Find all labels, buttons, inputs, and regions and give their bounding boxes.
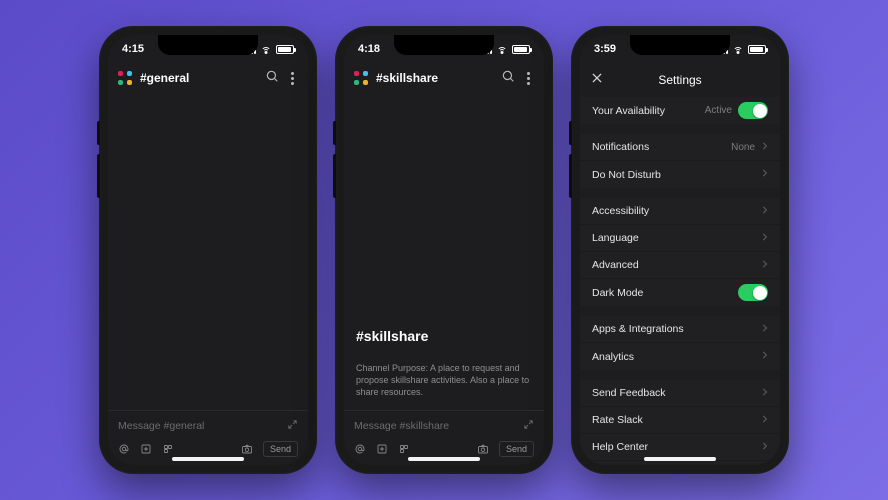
expand-icon[interactable]	[287, 417, 298, 435]
chevron-right-icon	[761, 232, 768, 245]
settings-row-label: Accessibility	[592, 205, 761, 217]
chevron-right-icon	[761, 259, 768, 272]
phone-mockup-1: 4:15 #general Message #general	[99, 26, 317, 474]
channel-intro-title: #skillshare	[356, 328, 532, 344]
search-icon[interactable]	[265, 69, 279, 88]
camera-icon[interactable]	[241, 443, 253, 455]
slack-logo-icon[interactable]	[118, 71, 132, 85]
settings-row-label: Help Center	[592, 441, 761, 453]
notch	[630, 35, 730, 55]
page-title: Settings	[590, 73, 770, 87]
send-button[interactable]: Send	[499, 441, 534, 457]
settings-row-analytics[interactable]: Analytics	[580, 343, 780, 370]
chevron-right-icon	[761, 141, 768, 154]
camera-icon[interactable]	[477, 443, 489, 455]
settings-row-apps-integrations[interactable]: Apps & Integrations	[580, 316, 780, 343]
home-indicator[interactable]	[644, 457, 716, 461]
notch	[158, 35, 258, 55]
settings-row-label: Do Not Disturb	[592, 169, 761, 181]
channel-name[interactable]: #skillshare	[376, 71, 493, 85]
message-input[interactable]: Message #general	[118, 420, 287, 432]
settings-row-label: Notifications	[592, 141, 731, 153]
chevron-right-icon	[761, 387, 768, 400]
battery-icon	[748, 45, 766, 54]
channel-intro: #skillshare Channel Purpose: A place to …	[344, 318, 544, 410]
channel-header: #skillshare	[344, 63, 544, 97]
shortcut-icon[interactable]	[398, 443, 410, 455]
settings-row-do-not-disturb[interactable]: Do Not Disturb	[580, 161, 780, 188]
toggle-switch[interactable]	[738, 102, 768, 119]
channel-purpose-text: Channel Purpose: A place to request and …	[356, 362, 532, 398]
settings-row-about[interactable]: About19.3.1	[580, 461, 780, 465]
more-options-icon[interactable]	[523, 72, 534, 85]
home-indicator[interactable]	[408, 457, 480, 461]
settings-row-accessibility[interactable]: Accessibility	[580, 198, 780, 225]
attach-icon[interactable]	[376, 443, 388, 455]
message-list-empty	[108, 97, 308, 410]
chevron-right-icon	[761, 323, 768, 336]
screen-2: 4:18 #skillshare #skillshare Channel Pur…	[344, 35, 544, 465]
more-options-icon[interactable]	[287, 72, 298, 85]
settings-row-label: Rate Slack	[592, 414, 761, 426]
status-time: 3:59	[594, 43, 616, 55]
settings-row-label: Language	[592, 232, 761, 244]
send-button[interactable]: Send	[263, 441, 298, 457]
home-indicator[interactable]	[172, 457, 244, 461]
status-time: 4:15	[122, 43, 144, 55]
channel-name[interactable]: #general	[140, 71, 257, 85]
message-list: #skillshare Channel Purpose: A place to …	[344, 97, 544, 410]
wifi-icon	[260, 45, 272, 54]
settings-row-label: Analytics	[592, 351, 761, 363]
notch	[394, 35, 494, 55]
phone-mockup-2: 4:18 #skillshare #skillshare Channel Pur…	[335, 26, 553, 474]
screen-3: 3:59 Settings Your AvailabilityActive Not…	[580, 35, 780, 465]
settings-row-rate-slack[interactable]: Rate Slack	[580, 407, 780, 434]
wifi-icon	[732, 45, 744, 54]
shortcut-icon[interactable]	[162, 443, 174, 455]
wifi-icon	[496, 45, 508, 54]
status-time: 4:18	[358, 43, 380, 55]
settings-row-your-availability[interactable]: Your AvailabilityActive	[580, 97, 780, 124]
settings-row-value: None	[731, 142, 755, 153]
search-icon[interactable]	[501, 69, 515, 88]
slack-logo-icon[interactable]	[354, 71, 368, 85]
settings-header: Settings	[580, 63, 780, 97]
settings-row-label: Apps & Integrations	[592, 323, 761, 335]
settings-row-label: Advanced	[592, 259, 761, 271]
attach-icon[interactable]	[140, 443, 152, 455]
mention-icon[interactable]	[354, 443, 366, 455]
toggle-switch[interactable]	[738, 284, 768, 301]
chevron-right-icon	[761, 205, 768, 218]
settings-row-label: Dark Mode	[592, 287, 738, 299]
expand-icon[interactable]	[523, 417, 534, 435]
phone-mockup-3: 3:59 Settings Your AvailabilityActive Not…	[571, 26, 789, 474]
battery-icon	[276, 45, 294, 54]
mention-icon[interactable]	[118, 443, 130, 455]
battery-icon	[512, 45, 530, 54]
settings-row-send-feedback[interactable]: Send Feedback	[580, 380, 780, 407]
settings-list[interactable]: Your AvailabilityActive NotificationsNone…	[580, 97, 780, 465]
chevron-right-icon	[761, 441, 768, 454]
settings-row-advanced[interactable]: Advanced	[580, 252, 780, 279]
settings-row-notifications[interactable]: NotificationsNone	[580, 134, 780, 161]
channel-header: #general	[108, 63, 308, 97]
settings-row-language[interactable]: Language	[580, 225, 780, 252]
chevron-right-icon	[761, 168, 768, 181]
chevron-right-icon	[761, 414, 768, 427]
settings-row-dark-mode[interactable]: Dark Mode	[580, 279, 780, 306]
settings-row-value: Active	[705, 105, 732, 116]
chevron-right-icon	[761, 350, 768, 363]
screen-1: 4:15 #general Message #general	[108, 35, 308, 465]
settings-row-label: Send Feedback	[592, 387, 761, 399]
settings-row-label: Your Availability	[592, 105, 705, 117]
message-input[interactable]: Message #skillshare	[354, 420, 523, 432]
